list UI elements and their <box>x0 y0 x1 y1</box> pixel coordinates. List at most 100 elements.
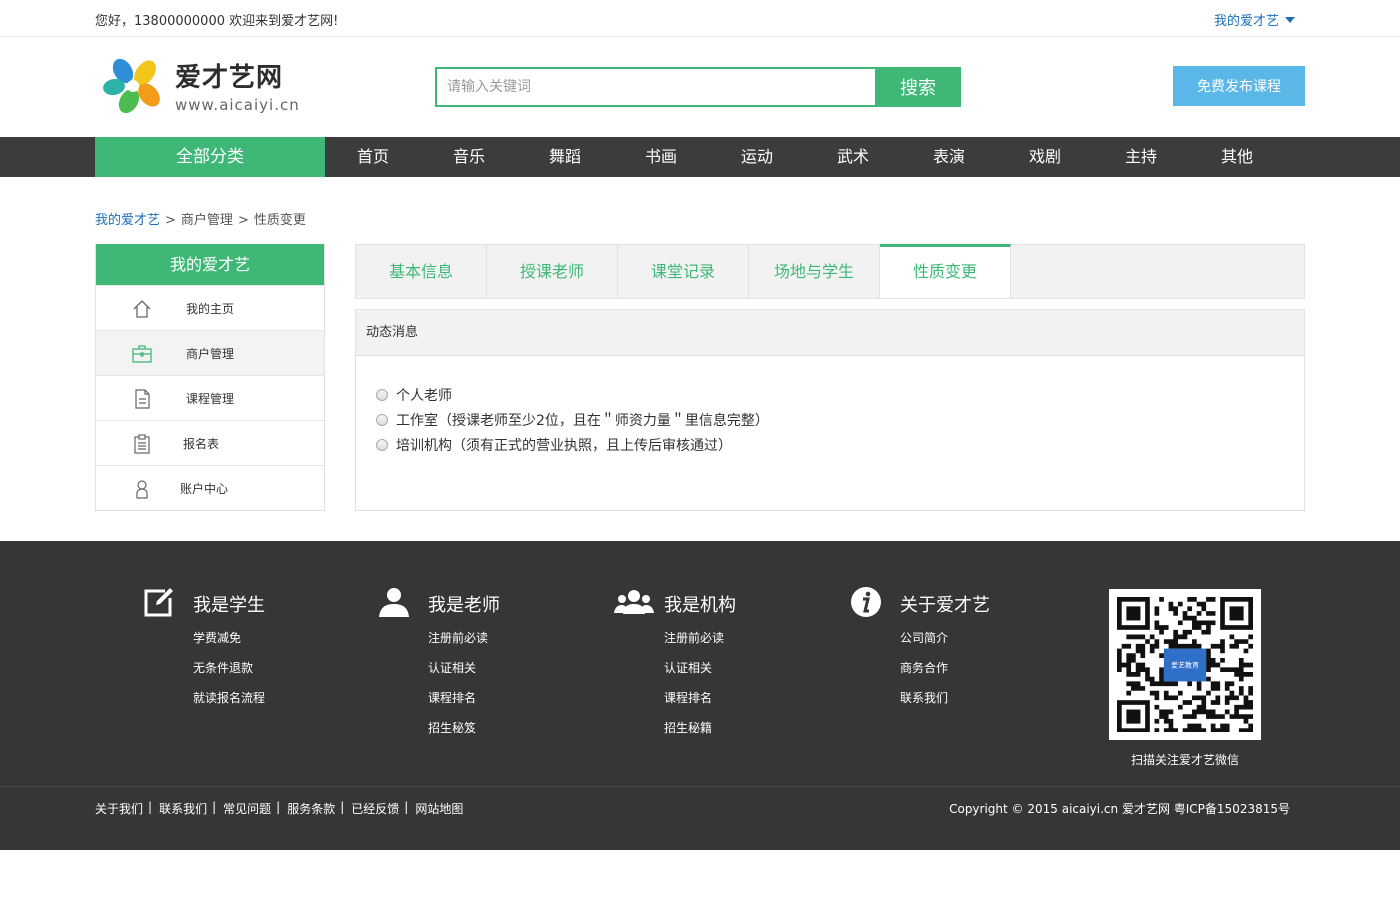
sidebar-item-signup[interactable]: 报名表 <box>96 420 324 465</box>
nav-items: 首页 音乐 舞蹈 书画 运动 武术 表演 戏剧 主持 其他 <box>325 137 1285 177</box>
footer-link[interactable]: 课程排名 <box>664 683 724 713</box>
footer-bottom-link[interactable]: 已经反馈 <box>351 800 399 817</box>
breadcrumb-merchant[interactable]: 商户管理 <box>181 213 233 228</box>
document-icon <box>135 389 150 409</box>
sidebar-item-label: 商户管理 <box>186 347 235 361</box>
footer-link[interactable]: 注册前必读 <box>428 623 488 653</box>
footer-column-teacher: 我是老师 注册前必读 认证相关 课程排名 招生秘笈 <box>378 586 500 743</box>
footer-link[interactable]: 学费减免 <box>193 623 265 653</box>
radio-button[interactable] <box>376 388 388 401</box>
nav-item-painting[interactable]: 书画 <box>613 137 709 177</box>
site-logo[interactable]: 爱才艺网 www.aicaiyi.cn <box>103 57 303 115</box>
footer-link[interactable]: 认证相关 <box>664 653 724 683</box>
tab-venue-students[interactable]: 场地与学生 <box>749 245 880 298</box>
breadcrumb-separator: > <box>165 213 176 228</box>
footer-link[interactable]: 招生秘籍 <box>664 713 724 743</box>
nav-item-home[interactable]: 首页 <box>325 137 421 177</box>
footer-link[interactable]: 联系我们 <box>900 683 948 713</box>
tab-bar: 基本信息 授课老师 课堂记录 场地与学生 性质变更 <box>355 244 1305 299</box>
option-label: 个人老师 <box>396 387 452 404</box>
footer: 我是学生 学费减免 无条件退款 就读报名流程 我是老师 注册前必读 认证相关 课… <box>0 541 1400 850</box>
footer-column-title: 关于爱才艺 <box>900 595 990 616</box>
logo-text: 爱才艺网 www.aicaiyi.cn <box>175 57 300 114</box>
nav-item-other[interactable]: 其他 <box>1189 137 1285 177</box>
footer-bottom-links: 关于我们 | 联系我们 | 常见问题 | 服务条款 | 已经反馈 | 网站地图 <box>95 800 464 817</box>
footer-column-institution: 我是机构 注册前必读 认证相关 课程排名 招生秘籍 <box>614 586 736 743</box>
footer-column-title: 我是学生 <box>193 595 265 616</box>
footer-bottom-link[interactable]: 服务条款 <box>287 800 335 817</box>
footer-column-title: 我是老师 <box>428 595 500 616</box>
clipboard-icon <box>134 434 150 454</box>
footer-link[interactable]: 注册前必读 <box>664 623 724 653</box>
option-studio[interactable]: 工作室（授课老师至少2位，且在＂师资力量＂里信息完整） <box>376 407 1304 432</box>
copyright-text: Copyright © 2015 aicaiyi.cn 爱才艺网 粤ICP备15… <box>949 802 1290 816</box>
briefcase-icon <box>132 345 152 363</box>
qr-code-icon: 爱艺教育 <box>1116 596 1254 734</box>
footer-divider <box>0 786 1400 787</box>
tab-nature-change[interactable]: 性质变更 <box>880 244 1011 298</box>
search-input[interactable] <box>435 67 877 107</box>
footer-bottom-link[interactable]: 网站地图 <box>415 800 463 817</box>
footer-link[interactable]: 就读报名流程 <box>193 683 265 713</box>
header: 爱才艺网 www.aicaiyi.cn 搜索 免费发布课程 <box>0 37 1400 137</box>
all-categories-button[interactable]: 全部分类 <box>95 137 325 177</box>
option-individual-teacher[interactable]: 个人老师 <box>376 382 1304 407</box>
sidebar-item-label: 课程管理 <box>186 392 235 406</box>
footer-link[interactable]: 认证相关 <box>428 653 488 683</box>
breadcrumb-home[interactable]: 我的爱才艺 <box>95 213 160 228</box>
sidebar-item-courses[interactable]: 课程管理 <box>96 375 324 420</box>
my-account-dropdown[interactable]: 我的爱才艺 <box>1214 10 1295 29</box>
nav-item-dance[interactable]: 舞蹈 <box>517 137 613 177</box>
sidebar: 我的爱才艺 我的主页 商户管理 课程管理 报名表 账户中心 <box>95 244 325 511</box>
breadcrumb: 我的爱才艺 > 商户管理 > 性质变更 <box>95 209 306 228</box>
radio-button[interactable] <box>376 413 388 426</box>
panel-title: 动态消息 <box>356 310 1304 356</box>
footer-link[interactable]: 公司简介 <box>900 623 948 653</box>
flower-logo-icon <box>103 58 160 114</box>
footer-link[interactable]: 无条件退款 <box>193 653 265 683</box>
sidebar-item-merchant[interactable]: 商户管理 <box>96 330 324 375</box>
welcome-text: 您好，13800000000 欢迎来到爱才艺网! <box>95 14 339 29</box>
footer-bottom-link[interactable]: 联系我们 <box>159 800 207 817</box>
nature-change-panel: 动态消息 个人老师 工作室（授课老师至少2位，且在＂师资力量＂里信息完整） 培训… <box>355 309 1305 511</box>
option-training-institution[interactable]: 培训机构（须有正式的营业执照，且上传后审核通过） <box>376 432 1304 457</box>
nav-item-martial-arts[interactable]: 武术 <box>805 137 901 177</box>
nature-options: 个人老师 工作室（授课老师至少2位，且在＂师资力量＂里信息完整） 培训机构（须有… <box>356 356 1304 457</box>
home-icon <box>133 300 151 318</box>
user-icon <box>136 480 148 499</box>
nav-item-hosting[interactable]: 主持 <box>1093 137 1189 177</box>
option-label: 工作室（授课老师至少2位，且在＂师资力量＂里信息完整） <box>396 412 769 429</box>
sidebar-item-label: 报名表 <box>183 437 220 451</box>
nav-item-performance[interactable]: 表演 <box>901 137 997 177</box>
option-label: 培训机构（须有正式的营业执照，且上传后审核通过） <box>396 437 732 454</box>
search-button[interactable]: 搜索 <box>875 67 961 107</box>
footer-column-about: 关于爱才艺 公司简介 商务合作 联系我们 <box>850 586 990 713</box>
publish-course-button[interactable]: 免费发布课程 <box>1173 66 1305 106</box>
my-account-label: 我的爱才艺 <box>1213 14 1279 29</box>
footer-column-student: 我是学生 学费减免 无条件退款 就读报名流程 <box>143 586 265 713</box>
sidebar-item-account[interactable]: 账户中心 <box>96 465 324 510</box>
nav-item-sports[interactable]: 运动 <box>709 137 805 177</box>
edit-icon <box>144 588 173 617</box>
footer-link[interactable]: 招生秘笈 <box>428 713 488 743</box>
logo-title: 爱才艺网 <box>175 63 284 93</box>
radio-button[interactable] <box>376 438 388 451</box>
qr-caption: 扫描关注爱才艺微信 <box>1130 753 1239 767</box>
person-icon <box>379 588 409 617</box>
tab-class-records[interactable]: 课堂记录 <box>618 245 749 298</box>
footer-link[interactable]: 商务合作 <box>900 653 948 683</box>
breadcrumb-separator: > <box>237 213 249 228</box>
sidebar-item-home[interactable]: 我的主页 <box>96 285 324 330</box>
sidebar-item-label: 我的主页 <box>186 302 235 316</box>
footer-bottom-link[interactable]: 关于我们 <box>95 800 143 817</box>
info-icon <box>851 587 881 617</box>
nav-item-music[interactable]: 音乐 <box>421 137 517 177</box>
footer-link[interactable]: 课程排名 <box>428 683 488 713</box>
tab-basic-info[interactable]: 基本信息 <box>356 245 487 298</box>
main-nav: 全部分类 首页 音乐 舞蹈 书画 运动 武术 表演 戏剧 主持 其他 <box>0 137 1400 177</box>
footer-bottom-link[interactable]: 常见问题 <box>223 800 271 817</box>
tab-teachers[interactable]: 授课老师 <box>487 245 618 298</box>
wechat-qr-code: 爱艺教育 <box>1109 589 1261 740</box>
group-icon <box>614 590 654 614</box>
nav-item-drama[interactable]: 戏剧 <box>997 137 1093 177</box>
